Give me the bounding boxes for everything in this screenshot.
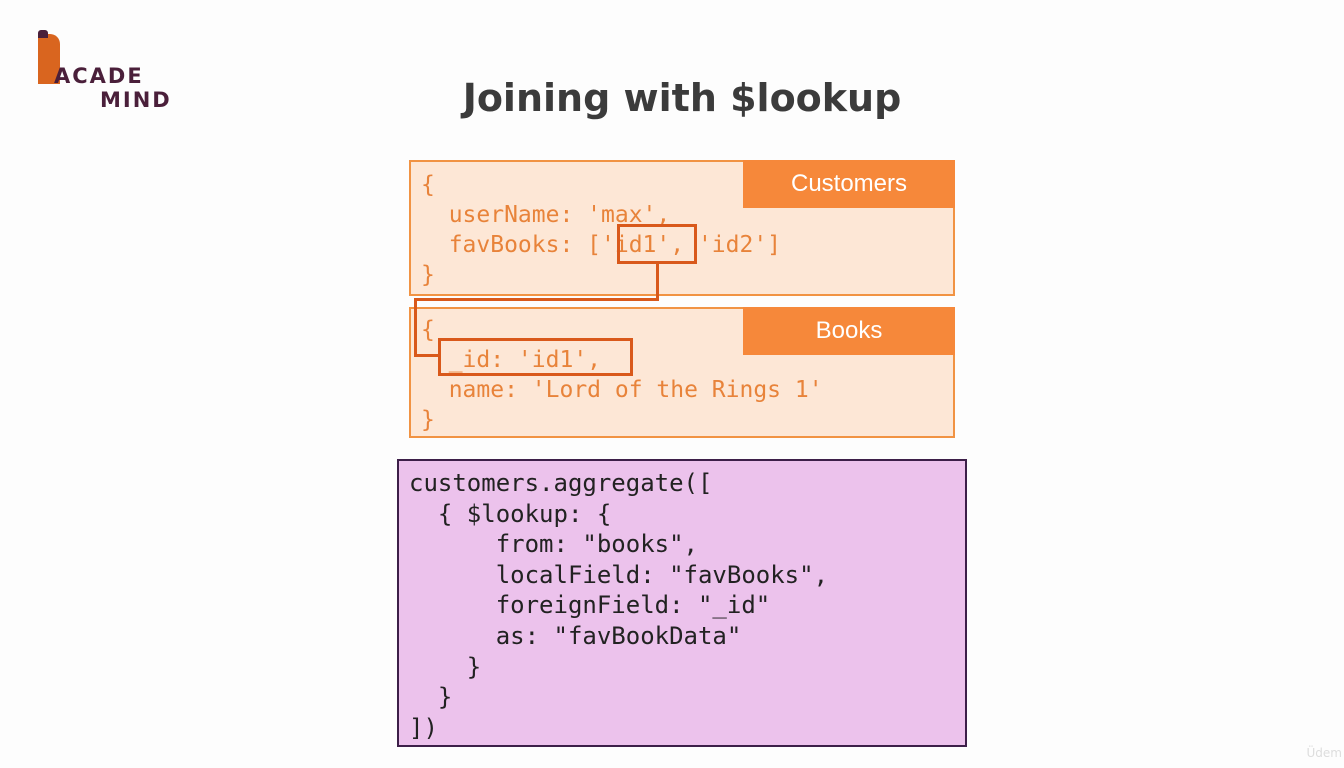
aggregate-code-line: { $lookup: { <box>409 500 612 528</box>
customers-collection-tag: Customers <box>743 160 955 208</box>
connector-line-vertical-2 <box>414 298 417 357</box>
aggregate-code-line: customers.aggregate([ <box>409 469 713 497</box>
connector-line-horizontal-1 <box>414 298 659 301</box>
aggregate-code-line: foreignField: "_id" <box>409 591 771 619</box>
books-code-line: } <box>421 407 435 433</box>
slide-title: Joining with $lookup <box>462 76 902 120</box>
customers-code-line: favBooks: ['id1', 'id2'] <box>421 232 782 258</box>
aggregate-code-box: customers.aggregate([ { $lookup: { from:… <box>397 459 967 747</box>
customers-code-line: } <box>421 262 435 288</box>
customers-code-line: { <box>421 172 435 198</box>
favbooks-id1-highlight <box>617 224 697 264</box>
connector-line-horizontal-2 <box>414 354 440 357</box>
watermark-text: Üdem <box>1306 746 1342 760</box>
aggregate-code-line: as: "favBookData" <box>409 622 742 650</box>
connector-line-vertical-1 <box>656 262 659 301</box>
aggregate-code-line: from: "books", <box>409 530 698 558</box>
books-code-line: name: 'Lord of the Rings 1' <box>421 377 823 403</box>
aggregate-code-line: ]) <box>409 714 438 742</box>
aggregate-code-line: localField: "favBooks", <box>409 561 829 589</box>
books-id-highlight <box>438 338 633 376</box>
books-collection-tag: Books <box>743 307 955 355</box>
aggregate-code-line: } <box>409 653 482 681</box>
aggregate-code-line: } <box>409 683 453 711</box>
books-code-line: { <box>421 317 435 343</box>
